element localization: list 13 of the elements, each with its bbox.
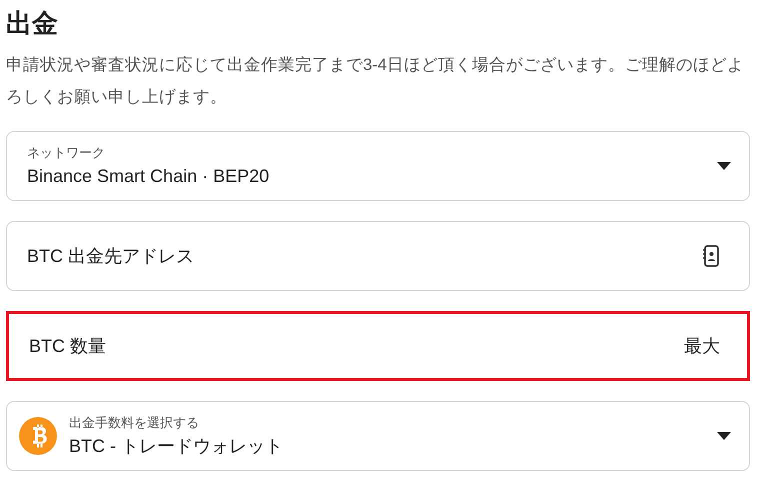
description: 申請状況や審査状況に応じて出金作業完了まで3-4日ほど頂く場合がございます。ご理解のほどよろしくお願い申し上げます。 <box>6 55 745 108</box>
max-button[interactable]: 最大 <box>684 332 720 360</box>
field-label: 出金手数料を選択する <box>69 414 200 432</box>
address-book-icon[interactable] <box>702 245 720 267</box>
bitcoin-icon <box>19 417 57 455</box>
field-value: BTC - トレードウォレット <box>69 435 284 458</box>
select-field[interactable]: ネットワーク Binance Smart Chain · BEP20 <box>6 131 750 201</box>
caret-icon <box>717 432 731 440</box>
field-value: Binance Smart Chain · BEP20 <box>27 165 270 188</box>
page-title: 出金 <box>6 7 59 40</box>
field-label: ネットワーク <box>27 144 106 162</box>
select-field[interactable]: 出金手数料を選択する BTC - トレードウォレット <box>6 401 750 471</box>
caret-icon <box>717 162 731 170</box>
